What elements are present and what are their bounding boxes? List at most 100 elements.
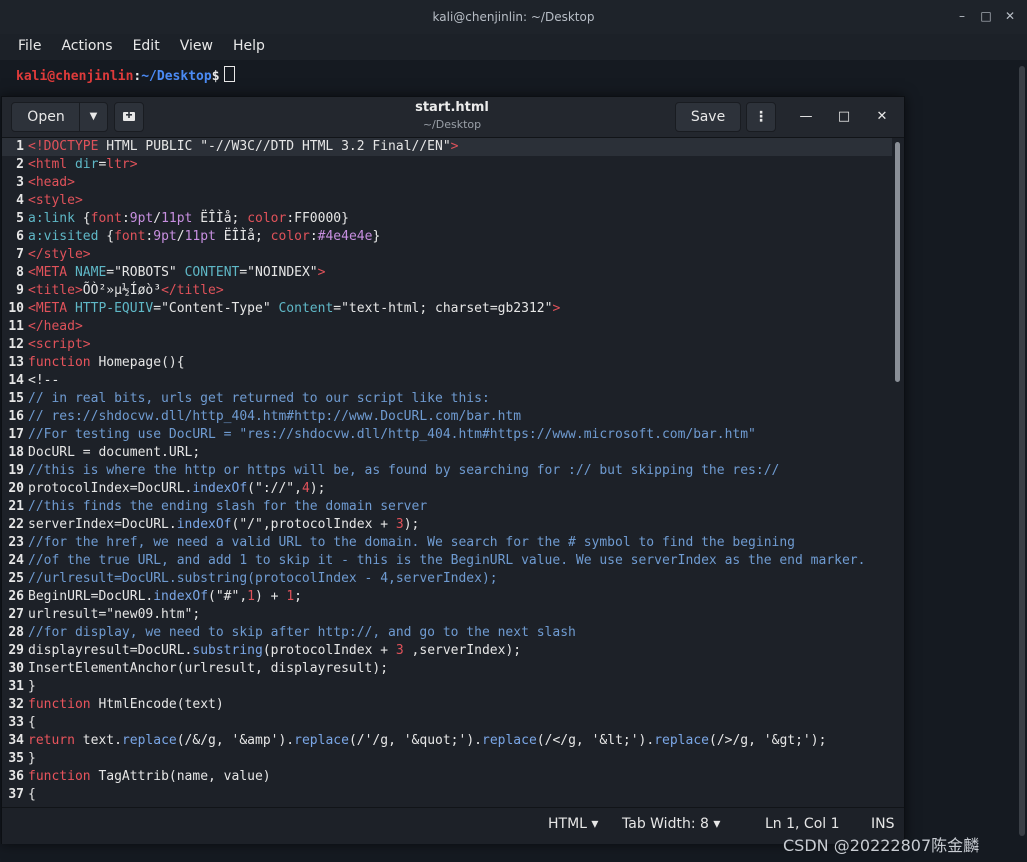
line-number: 18 [8,445,24,460]
code-line[interactable]: 14 <!-- [2,372,892,390]
line-number: 14 [8,373,24,388]
code-line[interactable]: 23 //for the href, we need a valid URL to… [2,534,892,552]
terminal-cursor [223,66,235,82]
code-line[interactable]: 10 <META HTTP-EQUIV="Content-Type" Conten… [2,300,892,318]
menu-help[interactable]: Help [223,34,275,60]
code-line[interactable]: 28 //for display, we need to skip after h… [2,624,892,642]
terminal-close-icon[interactable]: ✕ [1003,9,1017,23]
new-document-button[interactable] [114,102,144,132]
line-number: 9 [16,283,24,298]
line-text: //urlresult=DocURL.substring(protocolInd… [28,571,498,586]
minimize-icon[interactable]: — [796,107,816,127]
line-number: 24 [8,553,24,568]
line-number: 34 [8,733,24,748]
code-line[interactable]: 38return ' '+name+'="'+HtmlEncode(value)… [2,804,892,806]
line-text: serverIndex=DocURL.indexOf("/",protocolI… [28,517,420,532]
code-line[interactable]: 15 // in real bits, urls get returned to … [2,390,892,408]
line-text: <style> [28,193,83,208]
line-text: function Homepage(){ [28,355,185,370]
code-line[interactable]: 36 function TagAttrib(name, value) [2,768,892,786]
menu-edit[interactable]: Edit [123,34,170,60]
code-line[interactable]: 24 //of the true URL, and add 1 to skip i… [2,552,892,570]
line-text: <html dir=ltr> [28,157,138,172]
code-line[interactable]: 12 <script> [2,336,892,354]
code-line[interactable]: 31} [2,678,892,696]
line-text: displayresult=DocURL.substring(protocolI… [28,643,522,658]
code-line[interactable]: 19 //this is where the http or https will… [2,462,892,480]
line-text: { [28,715,36,730]
code-line[interactable]: 33 { [2,714,892,732]
line-text: <!DOCTYPE HTML PUBLIC "-//W3C//DTD HTML … [28,139,459,154]
terminal-maximize-icon[interactable]: □ [979,9,993,23]
code-line[interactable]: 9 <title>ÕÒ²»µ½Íøò³</title> [2,282,892,300]
line-text: a:link {font:9pt/11pt ËÎÌå; color:FF0000… [28,211,349,226]
code-line[interactable]: 4 <style> [2,192,892,210]
line-text: //this finds the ending slash for the do… [28,499,428,514]
line-text: protocolIndex=DocURL.indexOf("://",4); [28,481,326,496]
code-line[interactable]: 3 <head> [2,174,892,192]
line-number: 31 [8,679,24,694]
code-line[interactable]: 18 DocURL = document.URL; [2,444,892,462]
line-text: //for the href, we need a valid URL to t… [28,535,796,550]
prompt-path: ~/Desktop [141,69,212,84]
line-text: return ' '+name+'="'+HtmlEncode(value)+'… [28,804,365,806]
line-number: 22 [8,517,24,532]
line-text: //For testing use DocURL = "res://shdocv… [28,427,756,442]
line-number: 10 [8,301,24,316]
code-line[interactable]: 29 displayresult=DocURL.substring(protoco… [2,642,892,660]
code-line[interactable]: 2 <html dir=ltr> [2,156,892,174]
code-line[interactable]: 37 { [2,786,892,804]
code-view[interactable]: 1 <!DOCTYPE HTML PUBLIC "-//W3C//DTD HTML… [2,138,892,806]
code-line[interactable]: 7 </style> [2,246,892,264]
code-line[interactable]: 5 a:link {font:9pt/11pt ËÎÌå; color:FF000… [2,210,892,228]
terminal-minimize-icon[interactable]: – [955,9,969,23]
code-line[interactable]: 27 urlresult="new09.htm"; [2,606,892,624]
code-line[interactable]: 21 //this finds the ending slash for the … [2,498,892,516]
menu-view[interactable]: View [170,34,223,60]
code-line[interactable]: 34 return text.replace(/&/g, '&amp').repl… [2,732,892,750]
terminal-prompt[interactable]: kali@chenjinlin:~/Desktop$ [16,66,235,84]
line-number: 8 [16,265,24,280]
code-line[interactable]: 1 <!DOCTYPE HTML PUBLIC "-//W3C//DTD HTML… [2,138,892,156]
code-line[interactable]: 22 serverIndex=DocURL.indexOf("/",protoco… [2,516,892,534]
line-text: // in real bits, urls get returned to ou… [28,391,490,406]
line-number: 35 [8,751,24,766]
code-line[interactable]: 20 protocolIndex=DocURL.indexOf("://",4); [2,480,892,498]
terminal-scrollbar[interactable] [1019,66,1025,836]
code-line[interactable]: 8 <META NAME="ROBOTS" CONTENT="NOINDEX"> [2,264,892,282]
code-line[interactable]: 26 BeginURL=DocURL.indexOf("#",1) + 1; [2,588,892,606]
line-text: //for display, we need to skip after htt… [28,625,576,640]
code-line[interactable]: 25 //urlresult=DocURL.substring(protocolI… [2,570,892,588]
tab-width-selector[interactable]: Tab Width: 8 ▾ [622,816,720,832]
terminal-titlebar: kali@chenjinlin: ~/Desktop – □ ✕ [0,0,1027,35]
code-line[interactable]: 17 //For testing use DocURL = "res://shdo… [2,426,892,444]
cursor-position: Ln 1, Col 1 [765,816,840,832]
code-line[interactable]: 13 function Homepage(){ [2,354,892,372]
line-number: 1 [16,139,24,154]
code-line[interactable]: 11 </head> [2,318,892,336]
line-text: <META HTTP-EQUIV="Content-Type" Content=… [28,301,561,316]
code-line[interactable]: 32 function HtmlEncode(text) [2,696,892,714]
code-line[interactable]: 30 InsertElementAnchor(urlresult, display… [2,660,892,678]
close-icon[interactable]: ✕ [872,107,892,127]
maximize-icon[interactable]: □ [834,107,854,127]
prompt-dollar: $ [211,69,220,84]
line-number: 27 [8,607,24,622]
code-line[interactable]: 16 // res://shdocvw.dll/http_404.htm#http… [2,408,892,426]
line-text: function TagAttrib(name, value) [28,769,271,784]
line-text: urlresult="new09.htm"; [28,607,201,622]
menu-file[interactable]: File [8,34,51,60]
save-button[interactable]: Save [675,102,741,132]
hamburger-menu-icon[interactable]: ⋮ [746,102,776,132]
code-line[interactable]: 6 a:visited {font:9pt/11pt ËÎÌå; color:#4… [2,228,892,246]
new-document-icon [123,112,135,121]
open-dropdown-icon[interactable]: ▼ [79,102,108,132]
open-button[interactable]: Open [11,102,81,132]
line-number: 13 [8,355,24,370]
menu-actions[interactable]: Actions [51,34,122,60]
editor-scroll-thumb[interactable] [895,142,900,382]
language-selector[interactable]: HTML ▾ [548,816,598,832]
line-text: //of the true URL, and add 1 to skip it … [28,553,866,568]
code-line[interactable]: 35} [2,750,892,768]
prompt-user: kali@chenjinlin [16,69,134,84]
